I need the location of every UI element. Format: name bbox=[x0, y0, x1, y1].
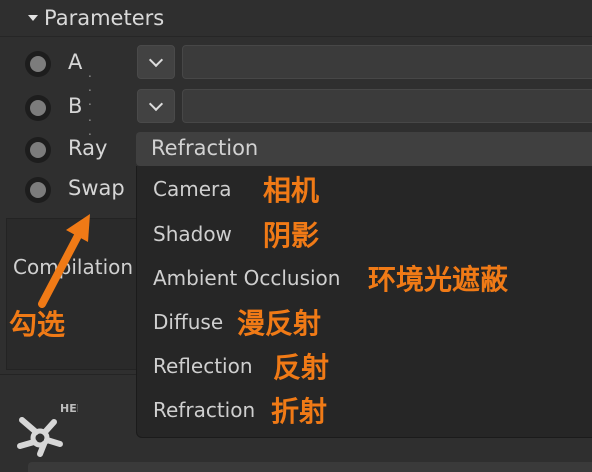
param-label-swap: Swap bbox=[68, 176, 125, 200]
section-title: Parameters bbox=[44, 6, 165, 30]
annotation-diffuse-zh: 漫反射 bbox=[237, 307, 322, 340]
link-field-b[interactable] bbox=[182, 89, 592, 123]
menu-item-reflection[interactable]: Reflection bbox=[153, 354, 253, 378]
radio-swap[interactable] bbox=[25, 177, 51, 203]
chevron-down-icon bbox=[148, 52, 164, 68]
ray-select[interactable]: Refraction bbox=[136, 132, 592, 166]
label-dots: . . . bbox=[88, 66, 93, 108]
help-icon[interactable]: HELP bbox=[14, 398, 78, 458]
dropdown-button-a[interactable] bbox=[137, 45, 175, 79]
annotation-refraction-zh: 折射 bbox=[271, 395, 328, 428]
menu-item-diffuse[interactable]: Diffuse bbox=[153, 310, 223, 334]
annotation-check-label: 勾选 bbox=[9, 308, 66, 341]
menu-item-shadow[interactable]: Shadow bbox=[153, 222, 232, 246]
dropdown-button-b[interactable] bbox=[137, 89, 175, 123]
radio-ray[interactable] bbox=[25, 137, 51, 163]
annotation-arrow-icon bbox=[38, 214, 90, 308]
annotation-reflection-zh: 反射 bbox=[273, 351, 330, 384]
link-field-a[interactable] bbox=[182, 45, 592, 79]
menu-item-refraction[interactable]: Refraction bbox=[153, 398, 255, 422]
menu-item-ambient-occlusion[interactable]: Ambient Occlusion bbox=[153, 266, 340, 290]
ray-select-value: Refraction bbox=[151, 136, 259, 160]
chevron-down-icon bbox=[148, 96, 164, 112]
collapse-triangle-icon[interactable] bbox=[28, 15, 38, 21]
param-label-b: B . . . bbox=[68, 94, 93, 152]
annotation-shadow-zh: 阴影 bbox=[263, 219, 320, 252]
radio-b[interactable] bbox=[25, 95, 51, 121]
param-label-ray: Ray bbox=[68, 136, 108, 160]
help-label: HELP bbox=[60, 402, 78, 415]
parameters-header[interactable]: Parameters bbox=[0, 0, 592, 37]
radio-a[interactable] bbox=[25, 51, 51, 77]
param-label-a: A . . . bbox=[68, 50, 93, 108]
ray-dropdown-menu: Camera Shadow Ambient Occlusion Diffuse … bbox=[136, 166, 592, 438]
annotation-ao-zh: 环境光遮蔽 bbox=[368, 263, 509, 296]
menu-item-camera[interactable]: Camera bbox=[153, 177, 232, 201]
annotation-camera-zh: 相机 bbox=[263, 174, 320, 207]
